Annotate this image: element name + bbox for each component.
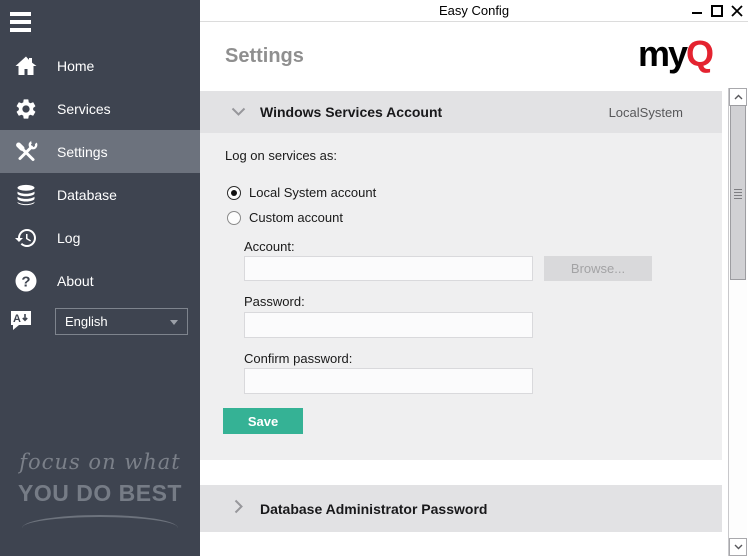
brand-tagline: focus on what YOU DO BEST: [18, 450, 182, 528]
window-title: Easy Config: [200, 3, 748, 18]
gear-icon: [8, 97, 44, 121]
sidebar-nav: Home Services Settings: [0, 44, 200, 302]
sidebar-item-label: Home: [57, 58, 94, 74]
myq-logo: myQ: [638, 36, 712, 72]
home-icon: [8, 54, 44, 78]
chevron-down-icon: [231, 103, 246, 121]
sidebar: Home Services Settings: [0, 0, 200, 556]
sidebar-item-home[interactable]: Home: [0, 44, 200, 87]
maximize-button[interactable]: [707, 0, 727, 22]
svg-text:A: A: [13, 313, 21, 325]
scroll-up-button[interactable]: [729, 88, 747, 106]
radio-label: Local System account: [249, 185, 376, 200]
section-value: LocalSystem: [609, 105, 683, 120]
confirm-password-label: Confirm password:: [244, 351, 352, 366]
hamburger-menu-icon[interactable]: [10, 12, 31, 32]
sidebar-item-label: Settings: [57, 144, 108, 160]
translate-icon: A: [8, 307, 34, 338]
vertical-scrollbar[interactable]: [728, 88, 747, 556]
window-controls: [687, 0, 747, 22]
question-icon: ?: [8, 269, 44, 293]
radio-button-icon: [227, 211, 241, 225]
sidebar-item-label: About: [57, 273, 94, 289]
browse-button[interactable]: Browse...: [544, 256, 652, 281]
confirm-password-input[interactable]: [244, 368, 533, 394]
history-icon: [8, 226, 44, 250]
radio-custom-account[interactable]: Custom account: [227, 210, 343, 225]
section-title: Windows Services Account: [260, 104, 442, 120]
radio-label: Custom account: [249, 210, 343, 225]
language-select[interactable]: English: [55, 308, 188, 335]
sidebar-item-settings[interactable]: Settings: [0, 130, 200, 173]
account-input[interactable]: [244, 256, 533, 281]
section-title: Database Administrator Password: [260, 501, 487, 517]
tools-icon: [8, 140, 44, 164]
sidebar-item-services[interactable]: Services: [0, 87, 200, 130]
titlebar: Easy Config: [200, 0, 748, 22]
radio-local-system[interactable]: Local System account: [227, 185, 376, 200]
tagline-arc: [22, 515, 178, 528]
language-select-value: English: [65, 314, 108, 329]
scroll-down-button[interactable]: [729, 538, 747, 556]
tagline-line2: YOU DO BEST: [18, 480, 182, 507]
password-input[interactable]: [244, 312, 533, 338]
minimize-button[interactable]: [687, 0, 707, 22]
logon-label: Log on services as:: [225, 148, 337, 163]
scrollbar-thumb[interactable]: [730, 105, 746, 280]
radio-button-icon: [227, 186, 241, 200]
section-header-database-admin[interactable]: Database Administrator Password: [200, 485, 722, 532]
svg-text:?: ?: [21, 273, 30, 290]
tagline-line1: focus on what: [18, 450, 182, 474]
sidebar-item-label: Log: [57, 230, 80, 246]
windows-services-panel: Windows Services Account LocalSystem Log…: [200, 91, 722, 460]
password-label: Password:: [244, 294, 305, 309]
logo-text-q: Q: [686, 33, 712, 74]
sidebar-item-label: Services: [57, 101, 111, 117]
close-button[interactable]: [727, 0, 747, 22]
sidebar-item-label: Database: [57, 187, 117, 203]
account-label: Account:: [244, 239, 295, 254]
sidebar-item-log[interactable]: Log: [0, 216, 200, 259]
sidebar-item-database[interactable]: Database: [0, 173, 200, 216]
save-button[interactable]: Save: [223, 408, 303, 434]
database-icon: [8, 183, 44, 207]
section-header-windows-services[interactable]: Windows Services Account LocalSystem: [200, 91, 722, 133]
logo-text-my: my: [638, 33, 686, 74]
sidebar-item-about[interactable]: ? About: [0, 259, 200, 302]
scrollbar-gripper-icon: [734, 189, 742, 201]
page-title: Settings: [225, 45, 304, 68]
chevron-down-icon: [170, 320, 178, 325]
language-row: A English: [0, 302, 200, 342]
chevron-right-icon: [234, 499, 243, 519]
